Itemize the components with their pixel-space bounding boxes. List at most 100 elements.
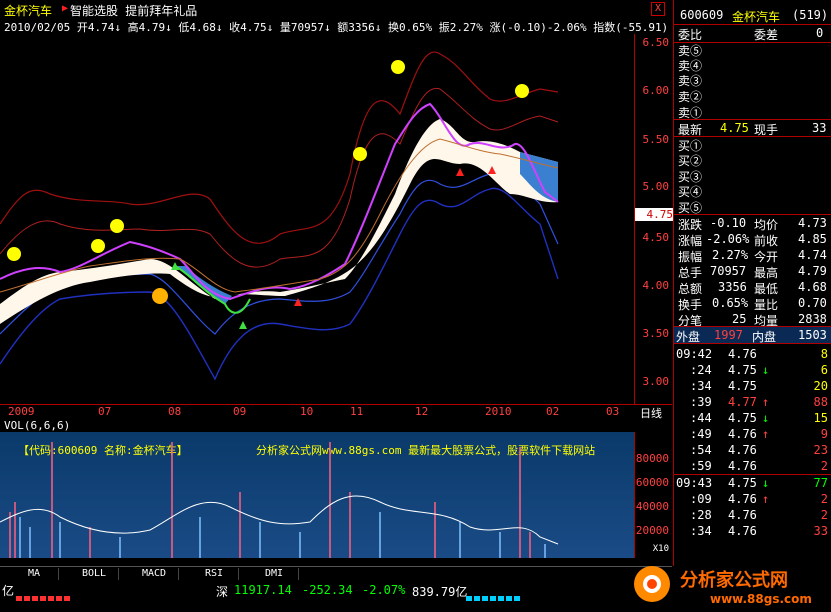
tick-row: :34 4.76 33 xyxy=(690,524,828,538)
stat-label: 均价 xyxy=(754,218,779,232)
y-tick: 4.00 xyxy=(642,279,670,292)
y-tick: 5.50 xyxy=(642,133,670,146)
close-arrow-icon: ↓ xyxy=(266,21,274,34)
y-tick: 6.00 xyxy=(642,84,670,97)
vol-y-tick: 80000 xyxy=(635,452,669,465)
volume-ma-line xyxy=(0,495,559,545)
info-volume: 量70957 xyxy=(279,21,324,34)
y-tick: 3.50 xyxy=(642,327,670,340)
stat-label: 总额 xyxy=(678,282,703,296)
x-tick: 09 xyxy=(233,405,247,418)
stat-label: 涨幅 xyxy=(678,234,703,248)
stat-value: 4.79 xyxy=(798,264,827,278)
stat-label: 最高 xyxy=(754,266,779,280)
tab-rsi[interactable]: RSI xyxy=(190,568,239,580)
info-amount: 额3356 xyxy=(337,21,375,34)
indicator-tabs: MA BOLL MACD RSI DMI xyxy=(0,566,672,581)
info-amplitude: 振2.27% xyxy=(438,21,483,34)
tab-macd[interactable]: MACD xyxy=(130,568,179,580)
stat-value: 0.65% xyxy=(712,296,749,310)
x-tick: 07 xyxy=(98,405,112,418)
sell-level: 卖③ xyxy=(678,74,703,88)
stat-value: 4.74 xyxy=(798,248,827,262)
outer-label: 外盘 xyxy=(676,330,701,344)
status-left-unit: 亿 xyxy=(2,584,15,598)
stat-label: 前收 xyxy=(754,234,779,248)
stat-value: -2.06% xyxy=(706,232,750,246)
stat-label: 涨跌 xyxy=(678,218,703,232)
y-tick: 4.50 xyxy=(642,231,670,244)
volume-header: VOL(6,6,6) xyxy=(4,419,71,432)
tab-boll[interactable]: BOLL xyxy=(70,568,119,580)
price-chart[interactable] xyxy=(0,34,634,404)
info-change: 涨(-0.10)-2.06% xyxy=(489,21,587,34)
info-high: 高4.79 xyxy=(127,21,166,34)
buy-level: 买④ xyxy=(678,185,703,199)
signal-arrow-icon xyxy=(171,166,496,329)
open-arrow-icon: ↓ xyxy=(114,21,121,34)
logo-url: www.88gs.com xyxy=(710,592,812,606)
low-arrow-icon: ↓ xyxy=(215,21,223,34)
info-low: 低4.68 xyxy=(178,21,216,34)
tick-row: :59 4.76 2 xyxy=(690,459,828,473)
tab-ma[interactable]: MA xyxy=(10,568,59,580)
marker-icon: ▶ xyxy=(62,3,69,14)
title-bar: 金杯汽车 ▶ 智能选股 提前拜年礼品 X xyxy=(0,0,672,18)
info-close: 收4.75 xyxy=(229,21,267,34)
stat-label: 振幅 xyxy=(678,250,703,264)
stat-value: 70957 xyxy=(710,264,747,278)
stat-value: 4.68 xyxy=(798,280,827,294)
buy-level: 买② xyxy=(678,154,703,168)
price-axis: 6.50 6.00 5.50 5.00 4.50 4.00 3.50 3.00 … xyxy=(634,34,673,404)
tick-row: :09 4.76 ↑ 2 xyxy=(690,492,828,506)
vol-y-tick: 20000 xyxy=(635,524,669,537)
stat-value: 2838 xyxy=(798,312,827,326)
site-logo: 分析家公式网 www.88gs.com xyxy=(632,560,831,612)
promo-links[interactable]: 智能选股 提前拜年礼品 xyxy=(70,2,197,19)
tab-dmi[interactable]: DMI xyxy=(250,568,299,580)
stat-value: 25 xyxy=(732,312,747,326)
quote-header: 600609 金杯汽车 (519) xyxy=(676,8,830,24)
x-tick: 10 xyxy=(300,405,314,418)
volume-arrow-icon: ↓ xyxy=(323,21,331,34)
quote-code: 600609 xyxy=(680,8,724,22)
stat-label: 量比 xyxy=(754,298,779,312)
index-value: 11917.14 xyxy=(234,583,292,597)
info-turnover: 换0.65% xyxy=(387,21,433,34)
x-tick: 11 xyxy=(350,405,364,418)
lower-band-2-line xyxy=(0,172,559,335)
x-tick: 03 xyxy=(606,405,620,418)
x-tick: 2009 xyxy=(8,405,35,418)
stat-label: 今开 xyxy=(754,250,779,264)
index-change: -252.34 xyxy=(302,583,353,597)
quote-num: (519) xyxy=(792,8,829,22)
close-button[interactable]: X xyxy=(651,2,665,16)
outer-value: 1997 xyxy=(714,328,743,342)
period-label[interactable]: 日线 xyxy=(640,405,662,421)
stat-value: 3356 xyxy=(718,280,747,294)
xianshou-value: 33 xyxy=(812,121,827,135)
info-date: 2010/02/05 xyxy=(4,21,71,34)
stat-value: 0.70 xyxy=(798,296,827,310)
quote-name: 金杯汽车 xyxy=(732,10,781,24)
stat-value: -0.10 xyxy=(710,216,747,230)
amount-arrow-icon: ↓ xyxy=(374,21,382,34)
volume-panel[interactable]: 【代码:600609 名称:金杯汽车】 分析家公式网www.88gs.com 最… xyxy=(0,432,634,558)
x-tick: 2010 xyxy=(485,405,512,418)
market-bar-red xyxy=(16,596,72,601)
tick-row: :24 4.75 ↓ 6 xyxy=(690,363,828,377)
stock-name[interactable]: 金杯汽车 xyxy=(4,2,52,19)
stat-label: 最低 xyxy=(754,282,779,296)
logo-flower-icon xyxy=(634,566,670,602)
y-tick: 6.50 xyxy=(642,36,670,49)
stat-value: 2.27% xyxy=(712,248,749,262)
inner-value: 1503 xyxy=(798,328,827,342)
stat-label: 总手 xyxy=(678,266,703,280)
info-open: 开4.74 xyxy=(76,21,115,34)
tick-row: :54 4.76 23 xyxy=(690,443,828,457)
tick-row: :49 4.76 ↑ 9 xyxy=(690,427,828,441)
sell-level: 卖② xyxy=(678,90,703,104)
info-index: 指数(-55.91) xyxy=(593,21,669,34)
tick-row: :34 4.75 20 xyxy=(690,379,828,393)
current-price-tag: 4.75 xyxy=(635,208,673,221)
